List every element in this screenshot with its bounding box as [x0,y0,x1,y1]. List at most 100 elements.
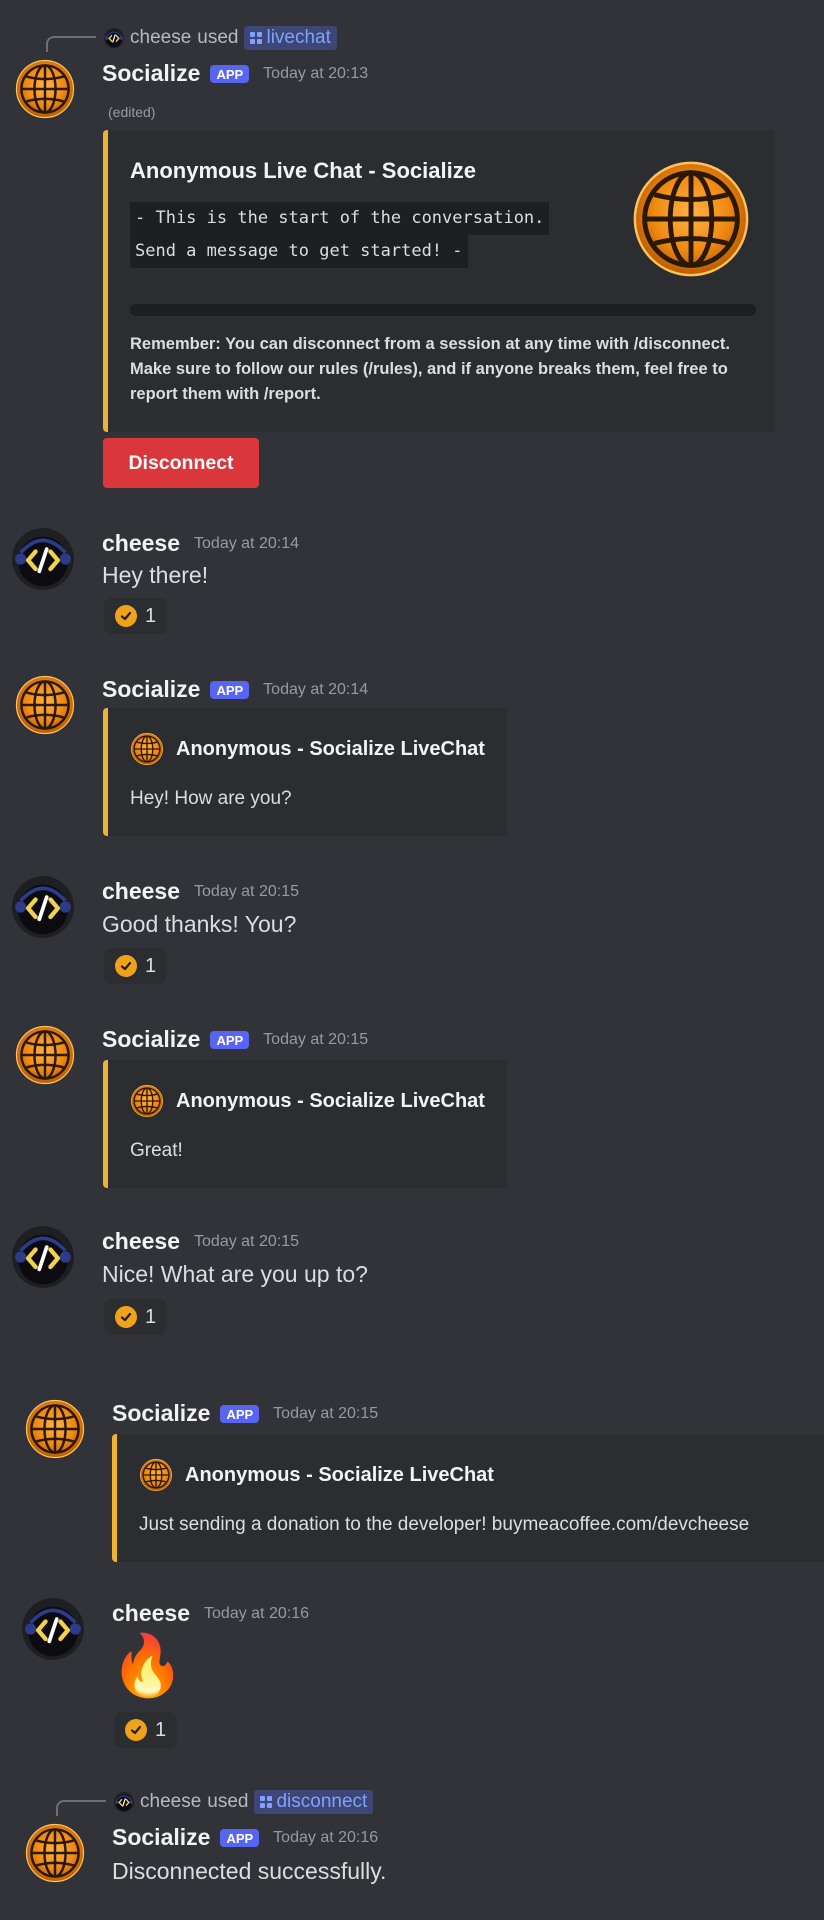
globe-avatar-icon [25,1399,85,1459]
app-badge: APP [210,1030,250,1049]
username[interactable]: cheese [102,1228,180,1255]
embed-title: Anonymous Live Chat - Socialize [130,158,476,183]
code-avatar-icon [22,1598,84,1660]
username[interactable]: cheese [102,878,180,905]
message-text: Disconnected successfully. [112,1858,387,1884]
reaction-count: 1 [145,1305,157,1328]
command-name: disconnect [276,1791,368,1812]
reply-username[interactable]: cheese [140,1791,201,1813]
timestamp: Today at 20:16 [273,1828,379,1846]
command-pill[interactable]: disconnect [254,1790,374,1814]
slash-command-icon [250,32,263,44]
slash-command-icon [260,1796,273,1808]
message-header: Socialize APP Today at 20:14 [102,676,368,703]
timestamp: Today at 20:16 [204,1604,309,1622]
reaction[interactable]: 1 [104,948,168,984]
username[interactable]: Socialize [112,1400,210,1427]
reply-username[interactable]: cheese [130,27,191,49]
username[interactable]: cheese [102,530,180,557]
username[interactable]: Socialize [102,1026,200,1053]
reaction[interactable]: 1 [104,1299,168,1335]
reply-spine [56,1800,106,1816]
globe-avatar-icon [15,675,75,735]
reaction-count: 1 [155,1718,167,1741]
edited-label: (edited) [108,104,156,120]
timestamp: Today at 20:14 [194,534,299,552]
message-header: Socialize APP Today at 20:15 [112,1400,378,1427]
globe-thumbnail-icon [630,158,752,280]
command-reply-line[interactable]: cheese used disconnect [114,1790,374,1814]
command-name: livechat [266,27,331,48]
avatar[interactable] [14,1024,76,1086]
globe-avatar-icon [15,1025,75,1085]
avatar[interactable] [14,58,76,120]
code-avatar-icon [114,1792,134,1812]
reaction[interactable]: 1 [114,1712,178,1748]
message-header: cheese Today at 20:15 [102,878,299,905]
message-header: Socialize APP Today at 20:15 [102,1026,368,1053]
timestamp: Today at 20:15 [273,1404,379,1422]
timestamp: Today at 20:13 [263,64,369,82]
username[interactable]: Socialize [102,60,200,87]
code-avatar-icon [12,1226,74,1288]
avatar[interactable] [12,1226,74,1288]
disconnect-button[interactable]: Disconnect [103,438,259,488]
checkmark-reaction-icon [115,1306,137,1328]
message-header: cheese Today at 20:16 [112,1600,309,1627]
globe-author-icon [139,1458,173,1492]
embed-code-block: - This is the start of the conversation.… [130,202,550,268]
embed-description: Hey! How are you? [130,788,292,809]
avatar[interactable] [12,876,74,938]
globe-avatar-icon [15,59,75,119]
reaction-count: 1 [145,604,157,627]
message-text: Good thanks! You? [102,911,297,937]
reply-used-text: used [197,27,239,48]
message-header: cheese Today at 20:15 [102,1228,299,1255]
message-header: Socialize APP Today at 20:13 [102,60,368,87]
code-avatar-icon [12,528,74,590]
globe-avatar-icon [25,1823,85,1883]
message-text: Nice! What are you up to? [102,1261,368,1287]
message-text: Hey there! [102,562,209,588]
code-avatar-icon [104,28,124,48]
code-avatar-icon [12,876,74,938]
embed-description[interactable]: Just sending a donation to the developer… [139,1514,749,1536]
embed-author: Anonymous - Socialize LiveChat [139,1458,494,1492]
avatar[interactable] [14,674,76,736]
embed-spoiler-bar [130,304,756,316]
command-reply-line[interactable]: cheese used livechat [104,26,337,50]
username[interactable]: Socialize [102,676,200,703]
embed-author-name: Anonymous - Socialize LiveChat [176,1089,485,1112]
globe-author-icon [130,1084,164,1118]
code-line: Send a message to get started! - [130,235,468,268]
app-badge: APP [220,1404,260,1423]
reply-spine [46,36,96,52]
embed-thumbnail[interactable] [630,158,752,280]
avatar[interactable] [12,528,74,590]
avatar[interactable] [24,1398,86,1460]
username[interactable]: cheese [112,1600,190,1627]
embed-author: Anonymous - Socialize LiveChat [130,732,485,766]
app-badge: APP [210,680,250,699]
avatar[interactable] [24,1822,86,1884]
reply-used-text: used [207,1791,249,1812]
fire-emoji: 🔥 [110,1632,185,1699]
message-header: Socialize APP Today at 20:16 [112,1824,378,1851]
app-badge: APP [220,1828,260,1847]
embed: Anonymous - Socialize LiveChat Hey! How … [103,708,507,836]
checkmark-reaction-icon [125,1719,147,1741]
app-badge: APP [210,64,250,83]
embed-author-name: Anonymous - Socialize LiveChat [185,1463,494,1486]
embed: Anonymous - Socialize LiveChat Just send… [112,1434,824,1562]
embed-description: Great! [130,1140,183,1161]
command-pill[interactable]: livechat [244,26,337,50]
message-header: cheese Today at 20:14 [102,530,299,557]
embed-author-name: Anonymous - Socialize LiveChat [176,737,485,760]
embed-footer-text: Remember: You can disconnect from a sess… [130,335,730,403]
globe-author-icon [130,732,164,766]
embed-author: Anonymous - Socialize LiveChat [130,1084,485,1118]
checkmark-reaction-icon [115,605,137,627]
reaction[interactable]: 1 [104,598,168,634]
avatar[interactable] [22,1598,84,1660]
username[interactable]: Socialize [112,1824,210,1851]
